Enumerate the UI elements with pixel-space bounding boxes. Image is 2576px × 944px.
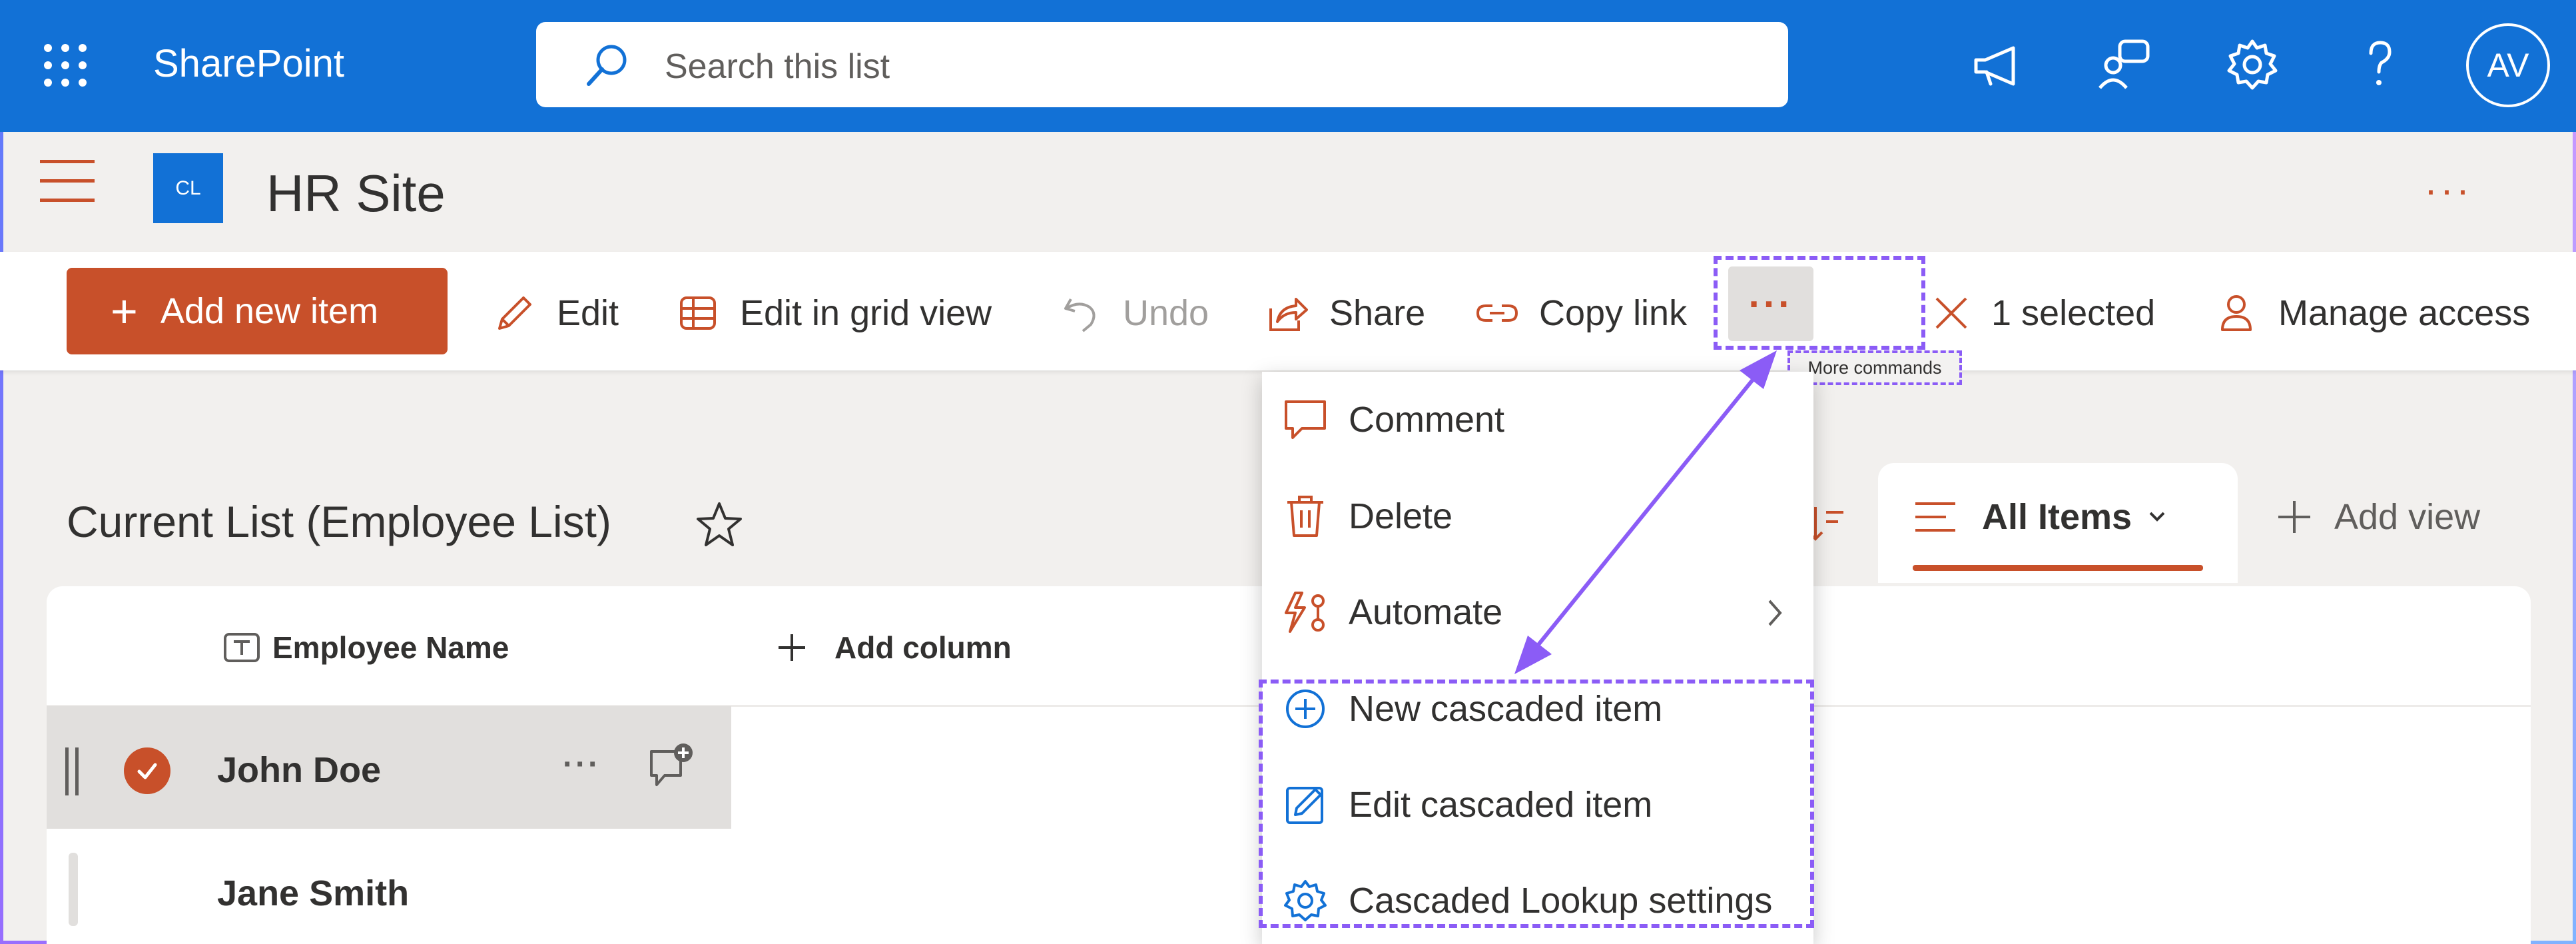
share-label: Share xyxy=(1329,293,1426,333)
plus-icon: + xyxy=(111,285,138,337)
grid-icon xyxy=(680,296,716,330)
search-input[interactable] xyxy=(665,40,1730,93)
manage-access-label: Manage access xyxy=(2278,293,2531,333)
link-icon xyxy=(1476,304,1518,322)
view-name: All Items xyxy=(1982,497,2132,537)
clear-selection-button[interactable]: 1 selected xyxy=(1931,286,2155,340)
share-icon xyxy=(1269,298,1308,331)
plus-icon xyxy=(2278,501,2310,533)
hamburger-menu-icon[interactable] xyxy=(40,160,95,203)
gear-icon[interactable] xyxy=(2222,35,2282,95)
view-active-indicator xyxy=(1913,565,2203,571)
menu-item-automate[interactable]: Automate xyxy=(1282,576,1502,649)
add-view-button[interactable]: Add view xyxy=(2274,496,2480,538)
add-view-label: Add view xyxy=(2334,497,2481,537)
undo-icon xyxy=(1064,298,1096,332)
menu-item-delete[interactable]: Delete xyxy=(1282,480,1452,553)
app-name[interactable]: SharePoint xyxy=(153,41,344,86)
add-new-item-button[interactable]: + Add new item xyxy=(67,268,448,354)
edit-grid-view-button[interactable]: Edit in grid view xyxy=(676,286,992,340)
chevron-right-icon xyxy=(1768,600,1782,626)
person-icon xyxy=(2221,295,2252,331)
add-new-item-label: Add new item xyxy=(160,291,379,331)
row-checkbox-checked[interactable] xyxy=(124,747,170,794)
close-icon xyxy=(1935,297,1967,329)
row-employee-name[interactable]: John Doe xyxy=(217,749,381,791)
list-title: Current List (Employee List) xyxy=(67,497,611,546)
cascaded-items-highlight xyxy=(1259,680,1814,928)
copy-link-label: Copy link xyxy=(1539,293,1688,333)
menu-item-label: Delete xyxy=(1349,496,1453,536)
avatar[interactable]: AV xyxy=(2466,23,2550,107)
text-column-icon xyxy=(224,633,260,662)
row-drag-handle[interactable] xyxy=(69,853,78,926)
automate-icon xyxy=(1285,592,1325,633)
pencil-icon xyxy=(498,296,531,330)
favorite-star-icon[interactable] xyxy=(693,498,746,552)
site-more-button[interactable]: ··· xyxy=(2424,167,2472,213)
row-employee-name[interactable]: Jane Smith xyxy=(217,873,409,914)
help-icon[interactable] xyxy=(2350,35,2410,95)
view-selector[interactable]: All Items xyxy=(1913,496,2169,538)
menu-item-label: Automate xyxy=(1349,592,1503,632)
more-commands-tooltip: More commands xyxy=(1787,350,1962,385)
comment-icon xyxy=(1285,400,1326,439)
more-commands-highlight xyxy=(1714,256,1925,350)
undo-label: Undo xyxy=(1123,293,1209,333)
waffle-icon[interactable] xyxy=(44,44,87,87)
row-drag-handle[interactable] xyxy=(65,747,79,795)
share-button[interactable]: Share xyxy=(1265,286,1425,340)
manage-access-button[interactable]: Manage access xyxy=(2214,286,2530,340)
site-logo[interactable]: CL xyxy=(153,153,223,223)
copy-link-button[interactable]: Copy link xyxy=(1475,286,1687,340)
menu-item-label: Comment xyxy=(1349,400,1505,440)
edit-grid-view-label: Edit in grid view xyxy=(740,293,992,333)
list-view-icon xyxy=(1915,502,1955,532)
column-header-employee-name[interactable]: Employee Name xyxy=(223,630,509,666)
column-header-label: Employee Name xyxy=(272,630,509,665)
edit-button[interactable]: Edit xyxy=(493,286,619,340)
menu-item-comment[interactable]: Comment xyxy=(1282,383,1504,456)
trash-icon xyxy=(1287,496,1323,537)
add-comment-icon[interactable] xyxy=(646,741,699,794)
megaphone-icon[interactable] xyxy=(1967,35,2027,95)
chevron-down-icon xyxy=(2149,512,2165,522)
site-title[interactable]: HR Site xyxy=(266,163,446,224)
edit-label: Edit xyxy=(557,293,619,333)
add-column-label: Add column xyxy=(834,630,1012,665)
checkmark-icon xyxy=(137,763,157,779)
plus-icon xyxy=(779,634,805,661)
search-icon xyxy=(587,45,627,86)
undo-button[interactable]: Undo xyxy=(1059,286,1209,340)
row-more-button[interactable]: ··· xyxy=(563,746,601,783)
add-column-button[interactable]: Add column xyxy=(776,630,1012,666)
selected-count: 1 selected xyxy=(1991,293,2156,333)
feedback-icon[interactable] xyxy=(2094,35,2154,95)
